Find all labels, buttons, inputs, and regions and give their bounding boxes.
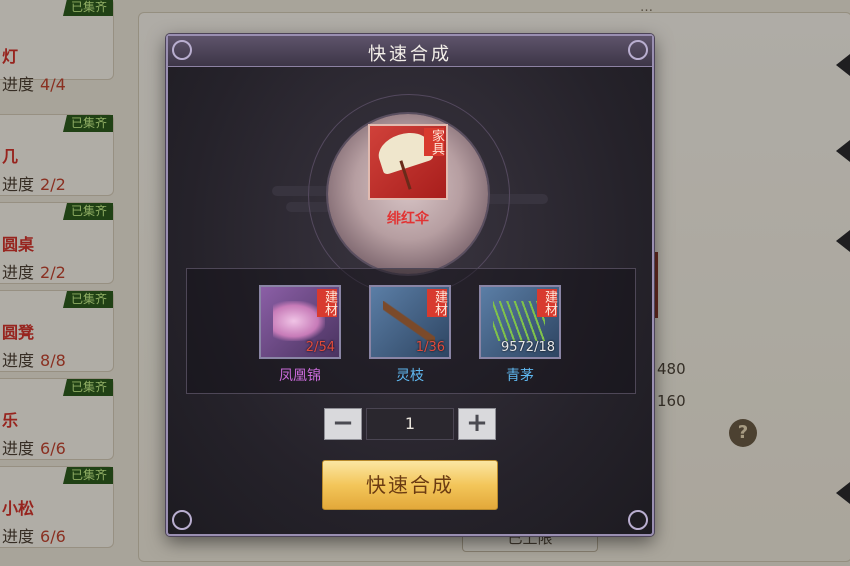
- quick-synthesis-button[interactable]: 快速合成: [322, 460, 498, 510]
- target-item-name: 绯红伞: [387, 211, 429, 227]
- material-count: 9572/18: [500, 340, 555, 355]
- material-tag: 建材: [317, 289, 337, 317]
- material-count: 1/36: [415, 340, 445, 355]
- material-tag: 建材: [427, 289, 447, 317]
- material-tag: 建材: [537, 289, 557, 317]
- material-name: 青茅: [506, 368, 534, 384]
- quantity-decrease-button[interactable]: −: [324, 408, 362, 440]
- dialog-title-bar: 快速合成: [168, 36, 652, 67]
- quantity-input[interactable]: 1: [366, 408, 454, 440]
- furniture-tag: 家具: [424, 128, 444, 156]
- corner-ornament-icon: [172, 510, 192, 530]
- material-slot-spirit-branch[interactable]: 建材 1/36: [369, 285, 451, 359]
- dialog-title: 快速合成: [368, 44, 452, 65]
- corner-ornament-icon: [628, 510, 648, 530]
- target-item-slot[interactable]: 家具: [368, 124, 448, 200]
- materials-panel: 建材 2/54 凤凰锦 建材 1/36 灵枝 建材 9572/18 青茅: [186, 268, 636, 394]
- quantity-increase-button[interactable]: +: [458, 408, 496, 440]
- material-count: 2/54: [305, 340, 335, 355]
- material-name: 灵枝: [396, 368, 424, 384]
- corner-ornament-icon: [628, 40, 648, 60]
- material-slot-green-grass[interactable]: 建材 9572/18: [479, 285, 561, 359]
- quick-synthesis-dialog: 快速合成 家具 绯红伞 建材 2/54 凤凰锦 建材 1/36 灵枝 建材 95…: [166, 34, 654, 536]
- material-slot-phoenix-silk[interactable]: 建材 2/54: [259, 285, 341, 359]
- material-name: 凤凰锦: [279, 368, 321, 384]
- corner-ornament-icon: [172, 40, 192, 60]
